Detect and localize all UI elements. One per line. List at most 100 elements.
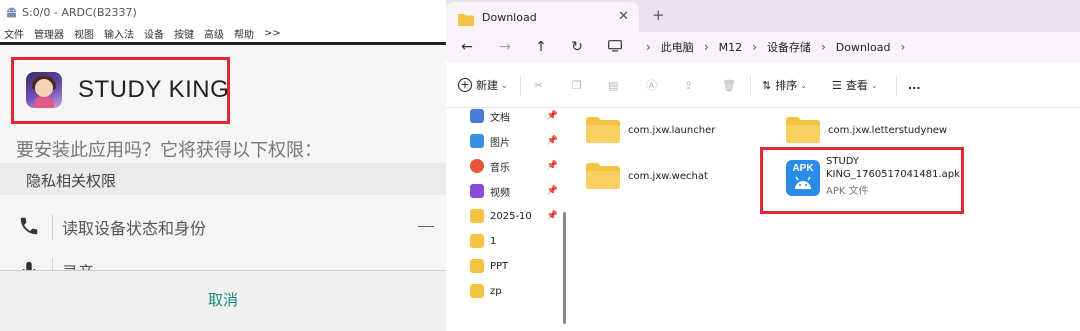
sidebar-item-videos[interactable]: 视频 📌 bbox=[470, 180, 562, 202]
folder-name: com.jxw.wechat bbox=[628, 170, 708, 182]
menu-keys[interactable]: 按键 bbox=[174, 26, 194, 41]
chevron-down-icon: ⌄ bbox=[870, 80, 878, 90]
cancel-button[interactable]: 取消 bbox=[208, 289, 238, 310]
sidebar-item-documents[interactable]: 文档 📌 bbox=[470, 105, 562, 127]
up-icon[interactable]: ↑ bbox=[530, 37, 552, 57]
sidebar-item-label: 1 bbox=[490, 235, 497, 247]
explorer-window: Download ✕ + ← → ↑ ↻ › 此电脑 › M12 › 设备存储 … bbox=[446, 0, 1080, 331]
pin-icon[interactable]: 📌 bbox=[547, 136, 558, 146]
dialog-actions: 取消 bbox=[0, 271, 446, 331]
folder-icon bbox=[586, 117, 620, 143]
folder-icon bbox=[586, 163, 620, 189]
rename-icon[interactable]: Ⓐ bbox=[646, 75, 657, 95]
chevron-right-icon[interactable]: › bbox=[704, 40, 709, 54]
chevron-down-icon: ⌄ bbox=[800, 80, 807, 90]
view-label: 查看 bbox=[845, 79, 868, 92]
cut-icon[interactable]: ✂ bbox=[534, 75, 543, 95]
sort-label: 排序 bbox=[775, 79, 798, 92]
folder-icon bbox=[470, 234, 484, 248]
folder-item[interactable]: com.jxw.wechat bbox=[586, 158, 708, 194]
navigation-bar: ← → ↑ ↻ › 此电脑 › M12 › 设备存储 › Download › bbox=[446, 32, 1080, 62]
command-bar: + 新建 ⌄ ✂ ❐ ▤ Ⓐ ⇪ 🗑 ⇅ 排序 ⌄ ☰ 查看 ⌄ ... bbox=[446, 62, 1080, 108]
highlight-box-app bbox=[11, 57, 230, 124]
permission-section-header: 隐私相关权限 bbox=[0, 163, 446, 195]
window-title: S:0/0 - ARDC(B2337) bbox=[22, 6, 137, 19]
sidebar-item-label: 图片 bbox=[490, 137, 510, 149]
back-icon[interactable]: ← bbox=[456, 37, 478, 57]
new-tab-icon[interactable]: + bbox=[652, 6, 665, 24]
music-icon bbox=[470, 159, 484, 173]
phone-icon bbox=[18, 215, 40, 237]
share-icon[interactable]: ⇪ bbox=[684, 75, 693, 95]
android-icon bbox=[4, 6, 18, 20]
pin-icon[interactable]: 📌 bbox=[547, 211, 558, 221]
pin-icon[interactable]: 📌 bbox=[547, 186, 558, 196]
picture-icon bbox=[470, 134, 484, 148]
breadcrumb-item[interactable]: Download bbox=[836, 41, 891, 54]
breadcrumb-item[interactable]: 此电脑 bbox=[661, 39, 694, 55]
menu-view[interactable]: 视图 bbox=[74, 26, 94, 41]
menu-help[interactable]: 帮助 bbox=[234, 26, 254, 41]
document-icon bbox=[470, 109, 484, 123]
sidebar-item-2025-10[interactable]: 2025-10 📌 bbox=[470, 205, 562, 227]
sidebar-item-ppt[interactable]: PPT bbox=[470, 255, 562, 277]
android-menubar: 文件 管理器 视图 输入法 设备 按键 高级 帮助 >> bbox=[0, 25, 446, 42]
chevron-down-icon: ⌄ bbox=[501, 80, 508, 90]
menu-input-method[interactable]: 输入法 bbox=[104, 26, 134, 41]
folder-icon bbox=[470, 259, 484, 273]
sort-button[interactable]: ⇅ 排序 ⌄ bbox=[762, 75, 807, 95]
close-icon[interactable]: ✕ bbox=[618, 9, 629, 24]
file-list: com.jxw.launcher com.jxw.letterstudynew … bbox=[566, 108, 1080, 331]
menu-device[interactable]: 设备 bbox=[144, 26, 164, 41]
collapse-dash-icon[interactable] bbox=[418, 226, 434, 227]
view-button[interactable]: ☰ 查看 ⌄ bbox=[832, 75, 878, 95]
chevron-right-icon[interactable]: › bbox=[821, 40, 826, 54]
chevron-right-icon[interactable]: › bbox=[900, 40, 905, 54]
sidebar-item-pictures[interactable]: 图片 📌 bbox=[470, 130, 562, 152]
plus-circle-icon: + bbox=[458, 78, 472, 92]
new-button[interactable]: + 新建 ⌄ bbox=[458, 75, 508, 95]
pin-icon[interactable]: 📌 bbox=[547, 111, 558, 121]
install-question: 要安装此应用吗？它将获得以下权限： bbox=[16, 140, 322, 161]
toolbar-separator bbox=[896, 76, 897, 96]
refresh-icon[interactable]: ↻ bbox=[566, 37, 588, 57]
folder-icon bbox=[786, 117, 820, 143]
folder-name: com.jxw.letterstudynew bbox=[828, 124, 948, 136]
folder-item[interactable]: com.jxw.launcher bbox=[586, 112, 715, 148]
forward-icon[interactable]: → bbox=[494, 37, 516, 57]
sidebar-item-label: zp bbox=[490, 285, 502, 297]
permission-section-label: 隐私相关权限 bbox=[26, 172, 117, 190]
toolbar-separator bbox=[520, 76, 521, 96]
copy-icon[interactable]: ❐ bbox=[572, 75, 582, 95]
highlight-box-apk bbox=[760, 147, 964, 214]
folder-icon bbox=[470, 209, 484, 223]
menu-advanced[interactable]: 高级 bbox=[204, 26, 224, 41]
permission-row[interactable]: 读取设备状态和身份 bbox=[0, 206, 446, 246]
menu-manager[interactable]: 管理器 bbox=[34, 26, 64, 41]
pin-icon[interactable]: 📌 bbox=[547, 161, 558, 171]
menu-more[interactable]: >> bbox=[264, 28, 281, 39]
paste-icon[interactable]: ▤ bbox=[608, 75, 618, 95]
permission-label: 读取设备状态和身份 bbox=[62, 219, 207, 238]
more-button[interactable]: ... bbox=[908, 75, 921, 95]
monitor-icon[interactable] bbox=[608, 39, 622, 55]
permission-separator bbox=[52, 214, 53, 240]
tab-download[interactable]: Download ✕ bbox=[446, 2, 639, 32]
delete-icon[interactable]: 🗑 bbox=[722, 75, 736, 95]
folder-icon bbox=[470, 284, 484, 298]
new-label: 新建 bbox=[476, 79, 498, 92]
sidebar-item-zp[interactable]: zp bbox=[470, 280, 562, 302]
sidebar-item-label: 2025-10 bbox=[490, 210, 532, 222]
chevron-right-icon[interactable]: › bbox=[752, 40, 757, 54]
sidebar-item-music[interactable]: 音乐 📌 bbox=[470, 155, 562, 177]
folder-item[interactable]: com.jxw.letterstudynew bbox=[786, 112, 947, 148]
sidebar-item-1[interactable]: 1 bbox=[470, 230, 562, 252]
breadcrumb-item[interactable]: M12 bbox=[719, 41, 743, 54]
navigation-pane: 文档 📌 图片 📌 音乐 📌 视频 📌 2025-10 📌 1 PPT zp bbox=[446, 108, 566, 331]
android-window: S:0/0 - ARDC(B2337) 文件 管理器 视图 输入法 设备 按键 … bbox=[0, 0, 446, 331]
sidebar-item-label: 文档 bbox=[490, 112, 510, 124]
menu-file[interactable]: 文件 bbox=[4, 26, 24, 41]
chevron-right-icon[interactable]: › bbox=[646, 40, 651, 54]
sidebar-item-label: PPT bbox=[490, 260, 509, 272]
breadcrumb-item[interactable]: 设备存储 bbox=[767, 39, 811, 55]
